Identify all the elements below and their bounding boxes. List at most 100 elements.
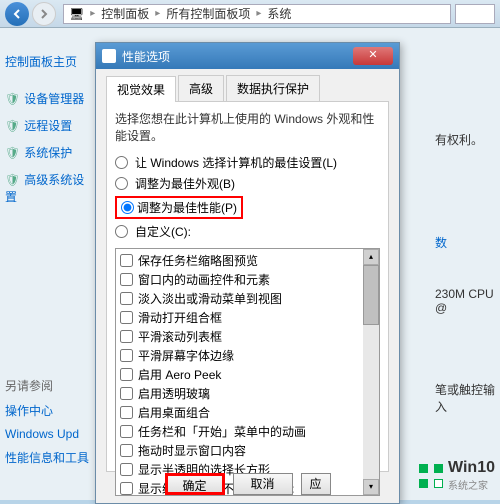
checkbox-list: 保存任务栏缩略图预览窗口内的动画控件和元素淡入淡出或滑动菜单到视图滑动打开组合框… [115, 248, 380, 496]
checkbox-input[interactable] [120, 254, 133, 267]
breadcrumb-item[interactable]: 所有控制面板项 [166, 5, 250, 22]
checkbox-input[interactable] [120, 368, 133, 381]
checkbox-row[interactable]: 滑动打开组合框 [118, 308, 361, 327]
ok-button[interactable]: 确定 [165, 473, 225, 495]
checkbox-row[interactable]: 拖动时显示窗口内容 [118, 441, 361, 460]
radio-best-appearance[interactable]: 调整为最佳外观(B) [115, 173, 380, 194]
search-input[interactable] [455, 4, 495, 24]
content-area: 控制面板主页 🛡设备管理器 🛡远程设置 🛡系统保护 🛡高级系统设置 另请参阅 操… [0, 28, 500, 500]
touch-text: 笔或触控输入 [435, 378, 495, 418]
sidebar-item-protection[interactable]: 🛡系统保护 [5, 139, 90, 166]
dialog-title: 性能选项 [122, 48, 353, 65]
dialog-buttons: 确定 取消 应 [96, 469, 399, 499]
radio-input[interactable] [121, 199, 134, 216]
checkbox-label: 保存任务栏缩略图预览 [138, 252, 258, 269]
shield-icon: 🛡 [5, 92, 20, 106]
checkbox-label: 窗口内的动画控件和元素 [138, 271, 270, 288]
sidebar-item-remote[interactable]: 🛡远程设置 [5, 112, 90, 139]
checkbox-input[interactable] [120, 406, 133, 419]
dialog-titlebar[interactable]: 性能选项 ✕ [96, 43, 399, 69]
dialog-body: 视觉效果 高级 数据执行保护 选择您想在此计算机上使用的 Windows 外观和… [96, 69, 399, 469]
scroll-up-icon[interactable]: ▴ [363, 249, 379, 265]
checkbox-row[interactable]: 任务栏和「开始」菜单中的动画 [118, 422, 361, 441]
checkbox-label: 平滑滚动列表框 [138, 328, 222, 345]
shield-icon: 🛡 [5, 146, 20, 160]
checkbox-input[interactable] [120, 311, 133, 324]
chevron-right-icon: ▸ [90, 8, 95, 19]
radio-group: 让 Windows 选择计算机的最佳设置(L) 调整为最佳外观(B) 调整为最佳… [115, 152, 380, 242]
checkbox-input[interactable] [120, 292, 133, 305]
checkbox-label: 启用透明玻璃 [138, 385, 210, 402]
shield-icon: 🛡 [5, 119, 20, 133]
checkbox-row[interactable]: 平滑滚动列表框 [118, 327, 361, 346]
checkbox-input[interactable] [120, 349, 133, 362]
radio-input[interactable] [115, 225, 128, 238]
sidebar-link-update[interactable]: Windows Upd [5, 423, 90, 445]
checkbox-label: 启用桌面组合 [138, 404, 210, 421]
sidebar-item-device-manager[interactable]: 🛡设备管理器 [5, 85, 90, 112]
radio-best-performance[interactable]: 调整为最佳性能(P) [115, 196, 243, 219]
checkbox-input[interactable] [120, 444, 133, 457]
instruction-text: 选择您想在此计算机上使用的 Windows 外观和性能设置。 [115, 110, 380, 144]
apply-button[interactable]: 应 [301, 473, 331, 495]
radio-input[interactable] [115, 177, 128, 190]
checkbox-input[interactable] [120, 330, 133, 343]
checkbox-label: 滑动打开组合框 [138, 309, 222, 326]
computer-icon: 🖥 [69, 7, 84, 21]
chevron-right-icon: ▸ [155, 8, 160, 19]
checkbox-row[interactable]: 保存任务栏缩略图预览 [118, 251, 361, 270]
back-button[interactable] [5, 2, 29, 26]
breadcrumb-item[interactable]: 控制面板 [101, 5, 149, 22]
sidebar-link-action[interactable]: 操作中心 [5, 398, 90, 423]
scrollbar[interactable]: ▴ ▾ [363, 249, 379, 495]
checkbox-label: 启用 Aero Peek [138, 366, 221, 383]
right-info: 有权利。 数 230M CPU @ 笔或触控输入 [435, 128, 495, 418]
forward-button[interactable] [32, 2, 56, 26]
radio-custom[interactable]: 自定义(C): [115, 221, 380, 242]
dialog-icon [102, 49, 116, 63]
checkbox-row[interactable]: 窗口内的动画控件和元素 [118, 270, 361, 289]
sidebar: 控制面板主页 🛡设备管理器 🛡远程设置 🛡系统保护 🛡高级系统设置 [5, 48, 90, 210]
scroll-track[interactable] [363, 325, 379, 479]
breadcrumb-item[interactable]: 系统 [267, 5, 291, 22]
sidebar-bottom: 另请参阅 操作中心 Windows Upd 性能信息和工具 [5, 373, 90, 470]
tabs: 视觉效果 高级 数据执行保护 [106, 75, 389, 102]
radio-best-auto[interactable]: 让 Windows 选择计算机的最佳设置(L) [115, 152, 380, 173]
checkbox-input[interactable] [120, 387, 133, 400]
close-button[interactable]: ✕ [353, 47, 393, 65]
see-also-label: 另请参阅 [5, 373, 90, 398]
sidebar-link-perf[interactable]: 性能信息和工具 [5, 445, 90, 470]
watermark: Win10 系统之家 [419, 459, 495, 492]
cancel-button[interactable]: 取消 [233, 473, 293, 495]
performance-options-dialog: 性能选项 ✕ 视觉效果 高级 数据执行保护 选择您想在此计算机上使用的 Wind… [95, 42, 400, 504]
tab-visual-effects[interactable]: 视觉效果 [106, 76, 176, 102]
checkbox-row[interactable]: 平滑屏幕字体边缘 [118, 346, 361, 365]
sidebar-home[interactable]: 控制面板主页 [5, 48, 90, 75]
watermark-text: Win10 系统之家 [448, 459, 495, 492]
checkbox-input[interactable] [120, 273, 133, 286]
tab-dep[interactable]: 数据执行保护 [226, 75, 320, 101]
checkbox-row[interactable]: 淡入淡出或滑动菜单到视图 [118, 289, 361, 308]
windows-icon [419, 464, 443, 488]
checkbox-label: 拖动时显示窗口内容 [138, 442, 246, 459]
rights-text: 有权利。 [435, 128, 495, 151]
right-link[interactable]: 数 [435, 231, 495, 254]
browser-toolbar: 🖥 ▸ 控制面板 ▸ 所有控制面板项 ▸ 系统 [0, 0, 500, 28]
shield-icon: 🛡 [5, 173, 20, 187]
checkbox-row[interactable]: 启用透明玻璃 [118, 384, 361, 403]
checkbox-row[interactable]: 启用桌面组合 [118, 403, 361, 422]
scroll-thumb[interactable] [363, 265, 379, 325]
sidebar-item-advanced[interactable]: 🛡高级系统设置 [5, 166, 90, 210]
checkbox-label: 平滑屏幕字体边缘 [138, 347, 234, 364]
checkbox-row[interactable]: 启用 Aero Peek [118, 365, 361, 384]
cpu-text: 230M CPU @ [435, 284, 495, 318]
tab-advanced[interactable]: 高级 [178, 75, 224, 101]
checkbox-input[interactable] [120, 425, 133, 438]
checkbox-label: 淡入淡出或滑动菜单到视图 [138, 290, 282, 307]
radio-input[interactable] [115, 156, 128, 169]
chevron-right-icon: ▸ [256, 8, 261, 19]
checkbox-label: 任务栏和「开始」菜单中的动画 [138, 423, 306, 440]
tab-content: 选择您想在此计算机上使用的 Windows 外观和性能设置。 让 Windows… [106, 102, 389, 472]
breadcrumb[interactable]: 🖥 ▸ 控制面板 ▸ 所有控制面板项 ▸ 系统 [63, 4, 451, 24]
radio-best-performance-row: 调整为最佳性能(P) [115, 194, 380, 221]
